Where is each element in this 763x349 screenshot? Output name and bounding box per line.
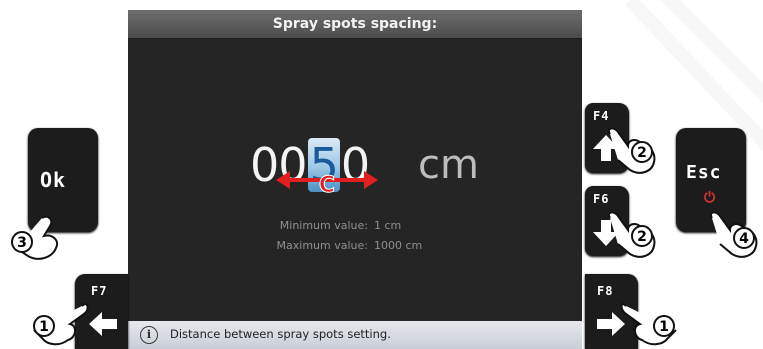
step-number: 2 <box>637 229 647 245</box>
step-number: 2 <box>637 145 647 161</box>
press-hand-icon: 4 <box>710 212 758 258</box>
step-number: 1 <box>659 319 669 335</box>
display-screen: Spray spots spacing: 0050 cm C Minimum v… <box>128 10 582 349</box>
arrow-left-icon <box>89 312 117 336</box>
max-label: Maximum value: <box>276 239 368 252</box>
info-bar: i Distance between spray spots setting. <box>128 321 582 349</box>
cursor-move-arrow-icon: C <box>276 171 378 196</box>
power-icon: ⏻ <box>704 190 716 206</box>
press-hand-icon: 1 <box>33 303 89 346</box>
f8-key-label: F8 <box>597 284 614 298</box>
press-hand-icon: 1 <box>620 303 677 346</box>
step-number: 3 <box>17 235 27 251</box>
info-text: Distance between spray spots setting. <box>170 327 391 341</box>
step-number: 1 <box>39 319 49 335</box>
f6-key-label: F6 <box>593 192 610 206</box>
esc-key-label: Esc <box>686 162 722 183</box>
max-value: 1000 cm <box>374 239 423 252</box>
f7-key-label: F7 <box>91 284 108 298</box>
screen-title: Spray spots spacing: <box>128 10 582 39</box>
press-hand-icon: 3 <box>11 215 58 260</box>
cursor-label: C <box>319 173 335 196</box>
min-value: 1 cm <box>374 219 402 232</box>
value-unit: cm <box>418 142 479 188</box>
min-label: Minimum value: <box>279 219 368 232</box>
press-hand-icon: 2 <box>608 128 656 174</box>
f4-key-label: F4 <box>593 109 610 123</box>
step-number: 4 <box>739 231 749 247</box>
info-icon: i <box>140 326 158 344</box>
press-hand-icon: 2 <box>608 212 656 258</box>
ok-key-label: Ok <box>40 168 67 192</box>
limits: Minimum value: 1 cm Maximum value: 1000 cm <box>260 216 423 256</box>
digit-1: 0 <box>250 138 279 192</box>
